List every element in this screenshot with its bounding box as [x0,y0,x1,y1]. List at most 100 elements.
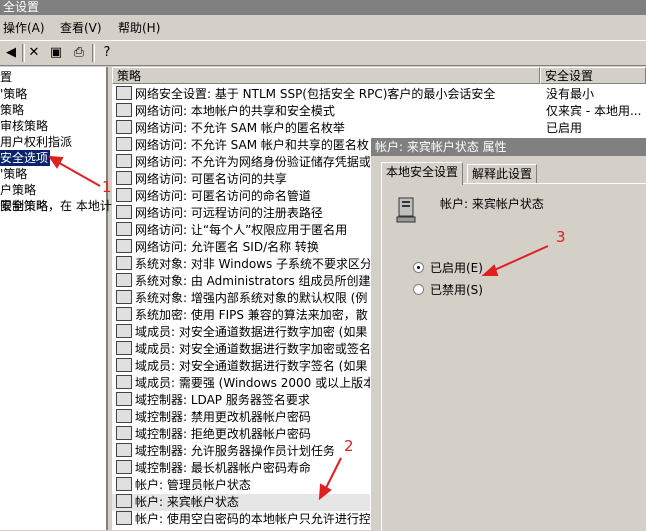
policy-cell: 帐户: 来宾帐户状态 [116,494,239,511]
policy-name: 域控制器: 拒绝更改机器帐户密码 [135,427,311,441]
policy-icon [116,103,132,117]
policy-name: 域成员: 对安全通道数据进行数字加密 (如果 [135,325,368,339]
policy-name: 帐户: 来宾帐户状态 [135,495,239,509]
policy-icon [116,307,132,321]
policy-cell: 网络访问: 允许匿名 SID/名称 转换 [116,239,319,256]
policy-icon [116,171,132,185]
policy-icon [116,392,132,406]
policy-name: 网络访问: 可匿名访问的共享 [135,172,287,186]
enabled-radio-label[interactable]: 已启用(E) [430,259,483,276]
window-title-bar: 全设置 [0,0,646,15]
policy-icon [116,205,132,219]
disabled-radio[interactable] [413,284,424,295]
tab-panel [381,183,646,531]
tree-item-security-options[interactable]: 安全选项 [0,150,51,166]
tree-item[interactable]: '策略 [0,166,27,182]
table-row[interactable]: 网络安全设置: 基于 NTLM SSP(包括安全 RPC)客户的最小会话安全 没有… [112,86,646,103]
policy-icon [116,409,132,423]
policy-name: 帐户: 管理员帐户状态 [135,478,251,492]
menu-bar: 操作(A) 查看(V) 帮助(H) [0,18,646,38]
policy-cell: 系统对象: 对非 Windows 子系统不要求区分 [116,256,372,273]
tree-item[interactable]: 户策略 [0,182,36,198]
policy-name: 系统加密: 使用 FIPS 兼容的算法来加密，散 [135,308,368,322]
enabled-radio[interactable] [413,262,424,273]
policy-name: 网络访问: 不允许 SAM 帐户的匿名枚举 [135,121,345,135]
policy-cell: 域控制器: 允许服务器操作员计划任务 [116,443,335,460]
policy-icon [116,188,132,202]
policy-name: 域成员: 对安全通道数据进行数字加密或签名 [135,342,371,356]
toolbar: ◀ ✕ ▣ ⎙ ? [0,40,646,66]
tree-item[interactable]: 置 [0,69,12,85]
policy-name: 网络安全设置: 基于 NTLM SSP(包括安全 RPC)客户的最小会话安全 [135,87,496,101]
tree-item[interactable]: 用户权利指派 [0,134,72,150]
policy-name: 网络访问: 可匿名访问的命名管道 [135,189,311,203]
policy-cell: 网络访问: 不允许为网络身份验证储存凭据或 [116,154,371,171]
policy-name: 网络访问: 可远程访问的注册表路径 [135,206,323,220]
policy-name: 域控制器: LDAP 服务器签名要求 [135,393,310,407]
column-header-setting[interactable]: 安全设置 [540,67,646,84]
annotation-label-1: 1 [102,178,112,196]
policy-cell: 系统对象: 由 Administrators 组成员所创建 [116,273,371,290]
export-icon[interactable]: ⎙ [70,44,88,62]
window-title: 全设置 [3,0,40,14]
toolbar-separator [92,44,95,62]
policy-icon [116,426,132,440]
policy-cell: 网络访问: 可远程访问的注册表路径 [116,205,323,222]
policy-name: 网络访问: 不允许 SAM 帐户和共享的匿名枚 [135,138,369,152]
policy-icon [116,137,132,151]
menu-action[interactable]: 操作(A) [3,20,45,36]
policy-icon [116,273,132,287]
policy-cell: 域成员: 对安全通道数据进行数字签名 (如果 [116,358,367,375]
policy-icon [116,290,132,304]
tree-item[interactable]: 审核策略 [0,118,48,134]
properties-dialog: 帐户: 来宾帐户状态 属性 本地安全设置 解释此设置 帐户: 来宾帐户状态 已启… [370,137,646,531]
policy-name: 网络访问: 允许匿名 SID/名称 转换 [135,240,319,254]
policy-icon [116,341,132,355]
tree-item-ip-security[interactable]: 安全策略，在 本地计 [0,198,112,214]
policy-name: 域控制器: 允许服务器操作员计划任务 [135,444,335,458]
disabled-radio-label[interactable]: 已禁用(S) [430,281,483,298]
menu-view[interactable]: 查看(V) [60,20,102,36]
policy-name: 网络访问: 让“每个人”权限应用于匿名用 [135,223,348,237]
delete-icon[interactable]: ✕ [25,44,43,62]
policy-cell: 系统加密: 使用 FIPS 兼容的算法来加密，散 [116,307,368,324]
menu-help[interactable]: 帮助(H) [118,20,160,36]
policy-cell: 网络访问: 让“每个人”权限应用于匿名用 [116,222,347,239]
policy-cell: 网络安全设置: 基于 NTLM SSP(包括安全 RPC)客户的最小会话安全 [116,86,495,103]
annotation-label-2: 2 [344,437,354,455]
setting-cell: 仅来宾 - 本地用... [546,104,642,118]
policy-name: 域控制器: 禁用更改机器帐户密码 [135,410,311,424]
back-icon[interactable]: ◀ [2,44,20,62]
policy-cell: 网络访问: 本地帐户的共享和安全模式 [116,103,335,120]
policy-cell: 域控制器: 拒绝更改机器帐户密码 [116,426,311,443]
help-icon[interactable]: ? [98,44,116,62]
policy-cell: 网络访问: 可匿名访问的共享 [116,171,287,188]
tree-item[interactable]: '策略 [0,86,27,102]
policy-name: 系统对象: 由 Administrators 组成员所创建 [135,274,371,288]
policy-computer-icon [396,197,416,223]
tab-local-security-setting[interactable]: 本地安全设置 [381,162,464,185]
policy-icon [116,239,132,253]
policy-icon [116,324,132,338]
table-row[interactable]: 网络访问: 不允许 SAM 帐户的匿名枚举 已启用 [112,120,646,137]
policy-icon [116,460,132,474]
policy-name: 系统对象: 增强内部系统对象的默认权限 (例 [135,291,368,305]
policy-icon [116,358,132,372]
setting-cell: 已启用 [546,121,583,135]
properties-icon[interactable]: ▣ [47,44,65,62]
tree-pane: 置 '策略 策略 审核策略 用户权利指派 安全选项 '策略 户策略 限制策略 [0,67,108,530]
policy-name: 系统对象: 对非 Windows 子系统不要求区分 [135,257,373,271]
tree-item[interactable]: 策略 [0,102,24,118]
dialog-policy-name: 帐户: 来宾帐户状态 [440,197,544,211]
policy-name: 域成员: 需要强 (Windows 2000 或以上版本 [135,376,376,390]
policy-name: 网络访问: 不允许为网络身份验证储存凭据或 [135,155,371,169]
policy-cell: 域控制器: 最长机器帐户密码寿命 [116,460,311,477]
column-header-policy[interactable]: 策略 [112,67,540,84]
policy-cell: 系统对象: 增强内部系统对象的默认权限 (例 [116,290,367,307]
tab-explain-setting[interactable]: 解释此设置 [467,164,538,184]
table-row[interactable]: 网络访问: 本地帐户的共享和安全模式 仅来宾 - 本地用... [112,103,646,120]
annotation-label-3: 3 [556,228,566,246]
policy-icon [116,86,132,100]
list-header: 策略 安全设置 [112,67,646,84]
policy-icon [116,511,132,525]
